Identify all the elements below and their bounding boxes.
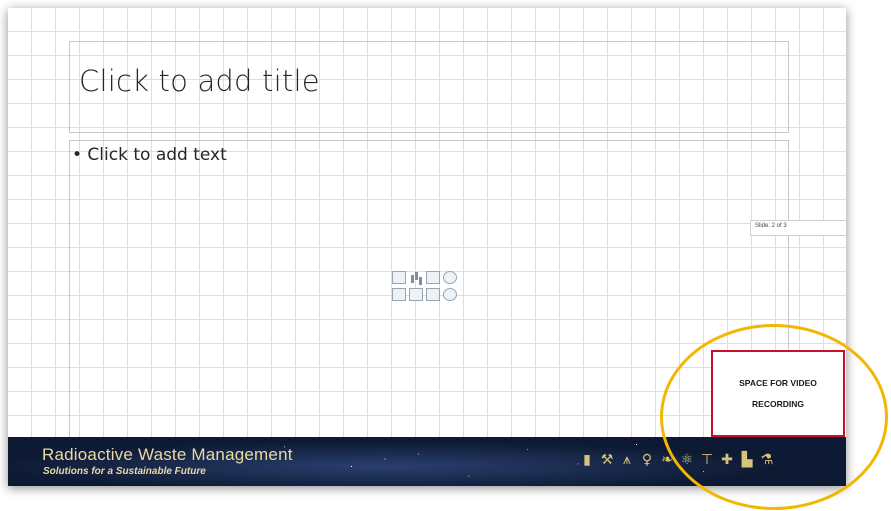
slide-canvas[interactable]: Click to add title • Click to add text S… [8,8,846,486]
content-placeholder-text: • Click to add text [72,145,227,165]
atom-icon: ⚛ [680,452,694,468]
insert-icons-icon[interactable] [443,288,457,301]
leaf-icon: ❧ [661,452,673,468]
insert-3d-model-icon[interactable] [443,271,457,284]
insert-content-icons [392,271,457,305]
slide-number-tooltip: Slide: 2 of 3 [750,220,846,236]
insert-table-icon[interactable] [392,271,406,284]
insert-smartart-icon[interactable] [426,271,440,284]
title-placeholder-text: Click to add title [79,64,320,98]
medical-kit-icon: ✚ [721,452,733,468]
factory-icon: ▙ [741,452,753,468]
insert-picture-icon[interactable] [392,288,406,301]
video-note-line2: RECORDING [752,398,804,409]
footer-title: Radioactive Waste Management [42,445,293,464]
insert-chart-icon[interactable] [409,271,423,284]
footer-subtitle: Solutions for a Sustainable Future [43,466,206,477]
flask-icon: ⚗ [760,452,774,468]
crane-icon: ⊤ [700,452,714,468]
barrel-icon: ▮ [583,452,591,468]
insert-video-icon[interactable] [426,288,440,301]
title-placeholder[interactable]: Click to add title [69,41,789,133]
video-recording-space: SPACE FOR VIDEO RECORDING [711,350,845,437]
video-note-line1: SPACE FOR VIDEO [739,377,817,388]
footer-icon-row: ▮ ⚒ ⩚ ♀ ❧ ⚛ ⊤ ✚ ▙ ⚗ [580,451,774,469]
slide-footer-banner: Radioactive Waste Management Solutions f… [8,437,846,486]
pickaxe-icon: ⚒ [600,452,614,468]
power-pylon-icon: ⩚ [623,452,631,468]
content-placeholder[interactable]: • Click to add text [69,140,789,442]
lightbulb-icon: ♀ [641,452,653,468]
insert-online-picture-icon[interactable] [409,288,423,301]
